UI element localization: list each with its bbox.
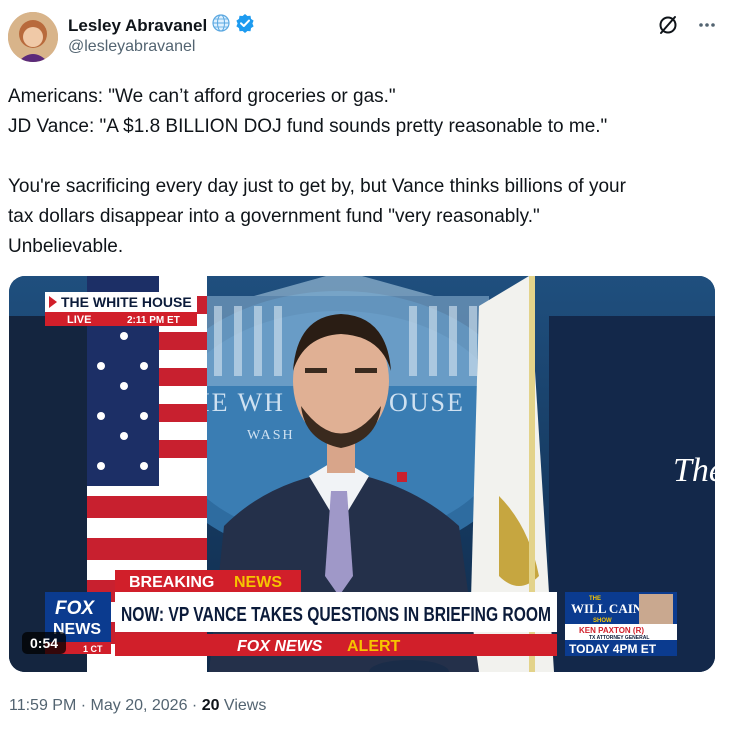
fox-logo-text: FOX <box>55 598 95 619</box>
video-duration: 0:54 <box>22 632 67 654</box>
timestamp[interactable]: 11:59 PM · May 20, 2026 · <box>9 697 202 714</box>
breaking-label: BREAKING <box>129 574 214 591</box>
live-label: LIVE <box>67 314 91 326</box>
backdrop-sub-text: WASH <box>247 428 295 443</box>
promo-guest: KEN PAXTON (R) <box>579 626 644 635</box>
video-player[interactable]: THE WH OUSE WASH The <box>9 276 715 672</box>
location-tag-label: THE WHITE HOUSE <box>61 294 192 310</box>
alert-brand: FOX NEWS <box>237 638 323 655</box>
headline: NOW: VP VANCE TAKES QUESTIONS IN BRIEFIN… <box>121 604 551 626</box>
post-line: Americans: "We can’t afford groceries or… <box>8 86 396 107</box>
avatar[interactable] <box>8 12 58 62</box>
promo-show-2: WILL CAIN <box>571 601 643 616</box>
views-label: Views <box>219 697 267 714</box>
author-handle[interactable]: @lesleyabravanel <box>68 38 195 56</box>
fox-time: 1 CT <box>83 644 103 654</box>
location-tag: THE WHITE HOUSE LIVE 2:11 PM ET <box>45 292 197 326</box>
views-count: 20 <box>201 697 220 714</box>
backdrop-text-right: OUSE <box>389 388 465 417</box>
globe-icon <box>211 13 231 38</box>
video-frame: THE WH OUSE WASH The <box>9 276 715 672</box>
alert-label: ALERT <box>347 638 401 655</box>
post-line: tax dollars disappear into a government … <box>8 206 540 227</box>
promo-show-3: SHOW <box>593 618 612 624</box>
post-line: You're sacrificing every day just to get… <box>8 176 626 197</box>
post-text: Americans: "We can’t afford groceries or… <box>8 82 733 262</box>
author-name[interactable]: Lesley Abravanel <box>68 16 207 36</box>
news-label: NEWS <box>234 574 282 591</box>
grok-icon[interactable] <box>657 14 679 41</box>
post-line: JD Vance: "A $1.8 BILLION DOJ fund sound… <box>8 116 608 137</box>
show-promo: THE WILL CAIN SHOW KEN PAXTON (R) TX ATT… <box>565 592 677 656</box>
post-meta: 11:59 PM · May 20, 2026 · 20 Views <box>9 697 266 715</box>
promo-time: TODAY 4PM ET <box>569 642 657 656</box>
post-line: Unbelievable. <box>8 236 124 257</box>
verified-badge-icon[interactable] <box>235 13 255 38</box>
more-icon[interactable] <box>697 15 717 40</box>
live-time: 2:11 PM ET <box>127 315 180 326</box>
backdrop-right-text: The <box>673 452 715 489</box>
